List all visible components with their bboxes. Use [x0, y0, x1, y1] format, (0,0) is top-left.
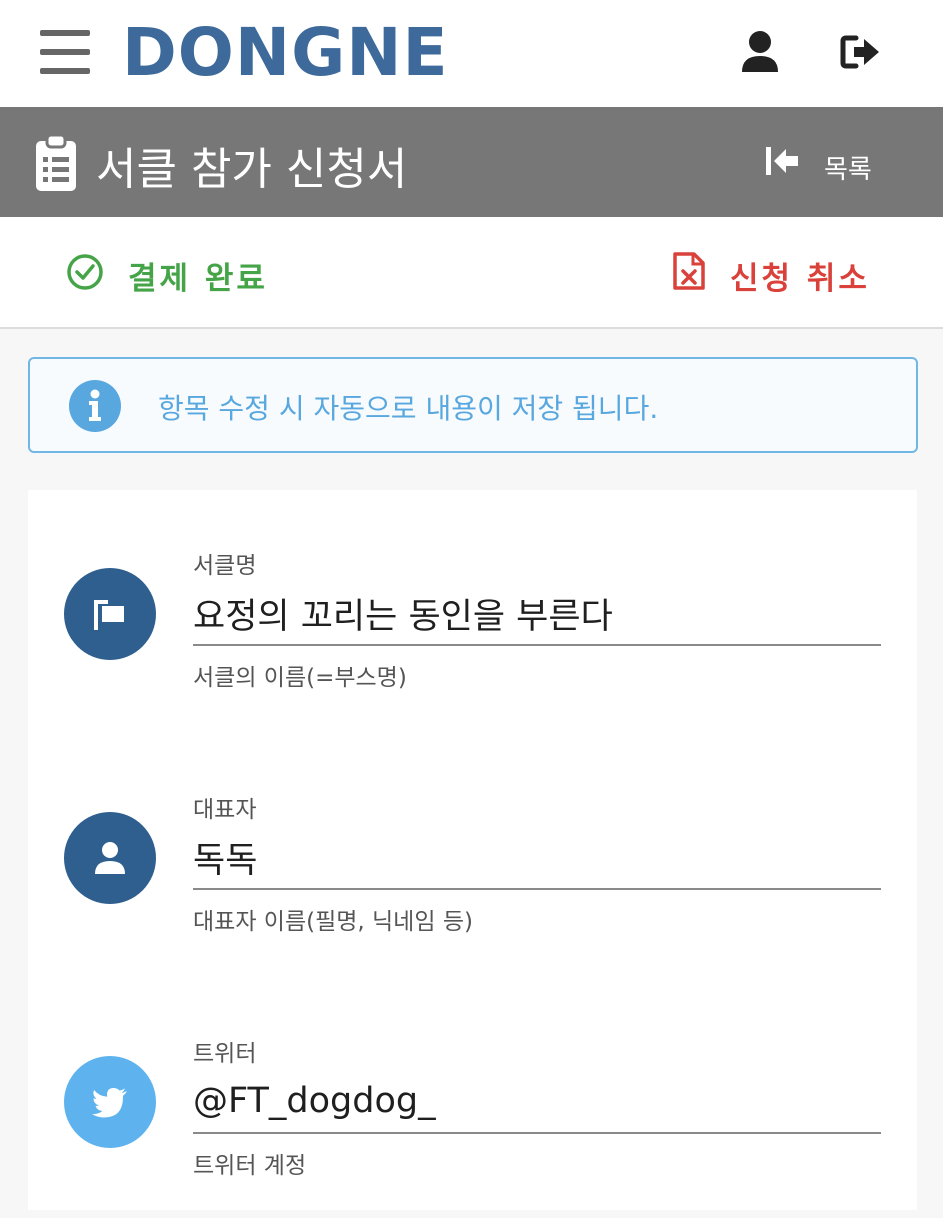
- file-cancel-icon: [673, 252, 705, 290]
- application-form-card: 서클명 서클의 이름(=부스명) 대표자 대표자 이름(필명, 닉네임 등) 트…: [28, 490, 917, 1210]
- page-header: 서클 참가 신청서 목록: [0, 107, 943, 217]
- representative-input[interactable]: [193, 826, 881, 890]
- representative-field: 대표자 대표자 이름(필명, 닉네임 등): [28, 774, 917, 974]
- twitter-label: 트위터: [193, 1041, 257, 1067]
- clipboard-icon: [34, 133, 78, 193]
- representative-icon-badge: [64, 812, 156, 904]
- twitter-icon-badge: [64, 1056, 156, 1148]
- circle-name-help: 서클의 이름(=부스명): [193, 665, 407, 691]
- top-navbar: DONGNE: [0, 0, 943, 107]
- payment-complete-label: 결제 완료: [128, 261, 268, 297]
- check-circle-icon: [67, 254, 103, 290]
- info-icon: [68, 379, 122, 433]
- page-title: 서클 참가 신청서: [96, 144, 408, 195]
- user-icon: [95, 842, 125, 874]
- brand-logo[interactable]: DONGNE: [122, 14, 449, 91]
- circle-name-input[interactable]: [193, 582, 881, 646]
- autosave-info-banner: 항목 수정 시 자동으로 내용이 저장 됩니다.: [28, 357, 918, 453]
- flag-icon: [94, 600, 124, 630]
- representative-label: 대표자: [193, 797, 257, 823]
- menu-icon[interactable]: [40, 30, 90, 74]
- logout-icon[interactable]: [840, 30, 880, 74]
- autosave-info-text: 항목 수정 시 자동으로 내용이 저장 됩니다.: [158, 392, 659, 425]
- twitter-icon: [92, 1088, 127, 1118]
- twitter-help: 트위터 계정: [193, 1153, 307, 1179]
- back-to-list-icon: [766, 147, 798, 175]
- circle-name-icon-badge: [64, 568, 156, 660]
- circle-name-field: 서클명 서클의 이름(=부스명): [28, 530, 917, 730]
- twitter-field: 트위터 트위터 계정: [28, 1018, 917, 1218]
- back-to-list-label: 목록: [824, 155, 872, 185]
- twitter-input[interactable]: [193, 1070, 881, 1134]
- status-row: 결제 완료 신청 취소: [0, 217, 943, 329]
- cancel-application-label: 신청 취소: [730, 261, 870, 297]
- circle-name-label: 서클명: [193, 553, 257, 579]
- user-icon[interactable]: [740, 30, 780, 74]
- representative-help: 대표자 이름(필명, 닉네임 등): [193, 909, 473, 935]
